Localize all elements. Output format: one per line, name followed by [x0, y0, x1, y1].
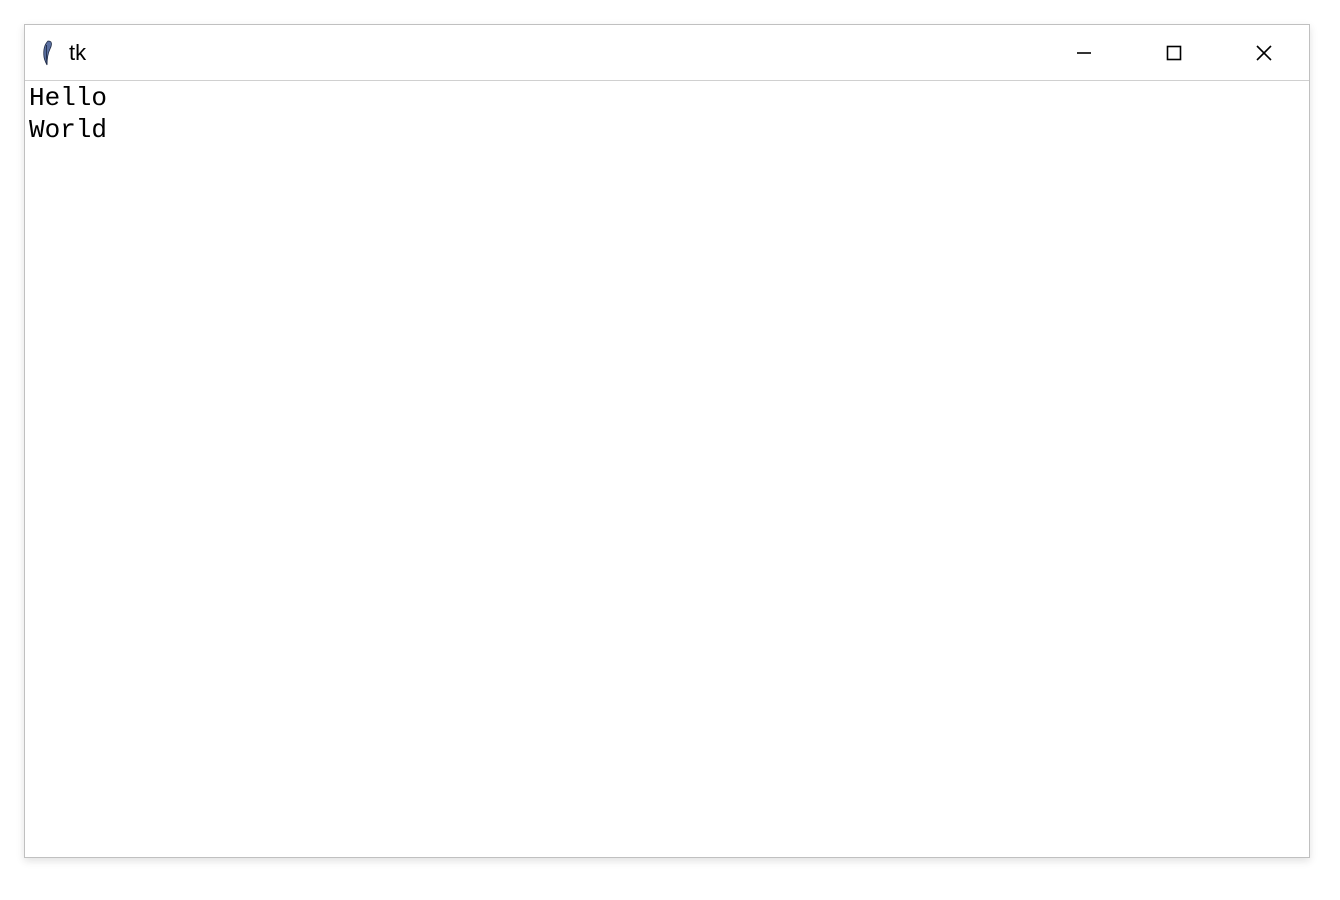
maximize-icon	[1165, 44, 1183, 62]
window-controls	[1039, 25, 1309, 80]
close-button[interactable]	[1219, 25, 1309, 80]
text-widget[interactable]: Hello World	[25, 81, 1309, 857]
minimize-button[interactable]	[1039, 25, 1129, 80]
feather-icon	[37, 38, 59, 68]
titlebar[interactable]: tk	[25, 25, 1309, 81]
close-icon	[1254, 43, 1274, 63]
minimize-icon	[1074, 43, 1094, 63]
app-window: tk Hello World	[24, 24, 1310, 858]
window-title: tk	[69, 40, 1039, 66]
maximize-button[interactable]	[1129, 25, 1219, 80]
